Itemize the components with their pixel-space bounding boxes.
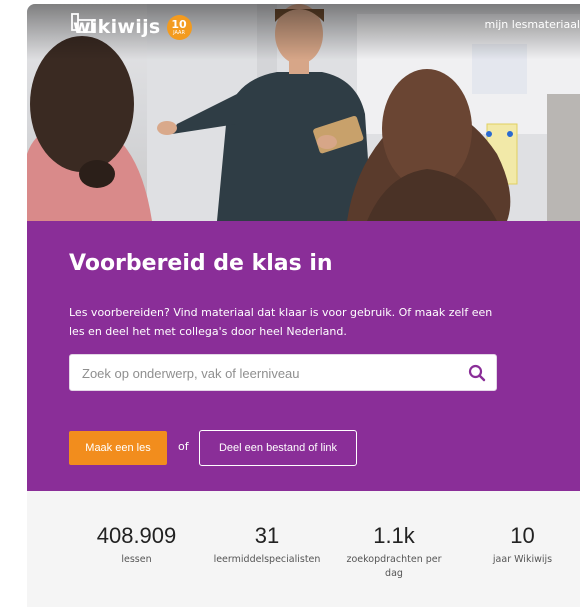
- wikiwijs-logo[interactable]: wikiwijs 10 JAAR: [69, 12, 192, 42]
- share-file-or-link-button[interactable]: Deel een bestand of link: [199, 430, 357, 466]
- stats-bar: 408.909 lessen 31 leermiddelspecialisten…: [27, 491, 580, 607]
- anniversary-badge: 10 JAAR: [166, 14, 192, 40]
- page-card: wikiwijs 10 JAAR mijn lesmateriaal Voorb…: [27, 4, 580, 607]
- stat-value: 408.909: [96, 523, 177, 548]
- badge-number: 10: [171, 17, 187, 31]
- stat-specialists: 31 leermiddelspecialisten: [207, 523, 327, 567]
- stat-label: zoekopdrachten per dag: [346, 554, 442, 579]
- intro-text: Les voorbereiden? Vind materiaal dat kla…: [69, 306, 493, 338]
- page-title: Voorbereid de klas in: [69, 251, 333, 276]
- search-icon[interactable]: [468, 364, 486, 382]
- badge-text: JAAR: [173, 29, 185, 36]
- stat-value: 1.1k: [373, 523, 415, 548]
- logo-icon: [71, 13, 93, 33]
- my-lesson-material-link[interactable]: mijn lesmateriaal: [484, 18, 580, 31]
- search-box: [69, 354, 497, 392]
- stat-value: 31: [254, 523, 280, 548]
- hero-panel: Voorbereid de klas in Les voorbereiden? …: [27, 221, 580, 491]
- stat-label: lessen: [121, 554, 152, 565]
- stat-value: 10: [510, 523, 535, 548]
- stat-searches: 1.1k zoekopdrachten per dag: [339, 523, 449, 581]
- search-input[interactable]: [80, 355, 464, 392]
- create-lesson-button[interactable]: Maak een les: [69, 431, 167, 465]
- hero-photo: wikiwijs 10 JAAR mijn lesmateriaal: [27, 4, 580, 221]
- stat-years: 10 jaar Wikiwijs: [475, 523, 570, 567]
- or-text: of: [178, 440, 189, 453]
- stat-label: leermiddelspecialisten: [213, 554, 321, 565]
- stat-label: jaar Wikiwijs: [492, 554, 553, 565]
- stat-lessons: 408.909 lessen: [79, 523, 194, 567]
